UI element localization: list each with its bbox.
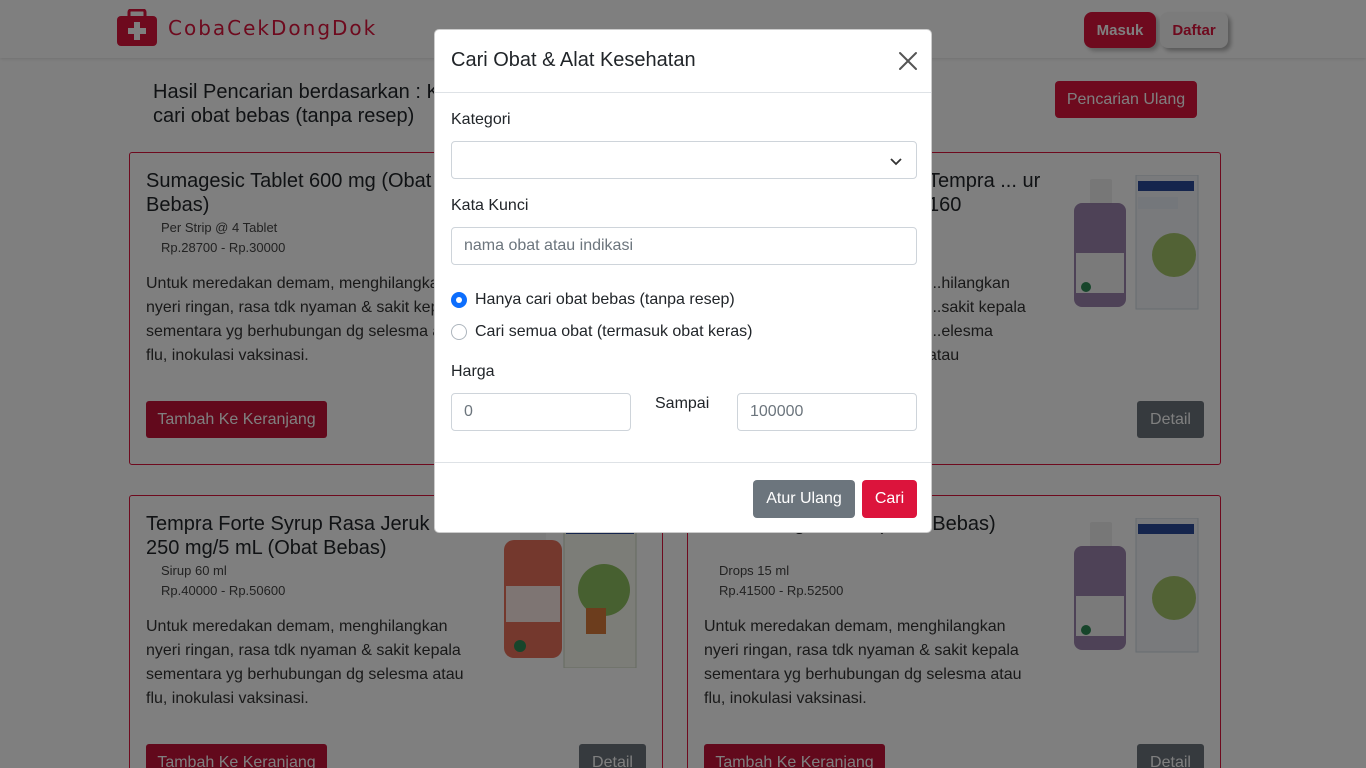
radio-all[interactable] (451, 324, 467, 340)
keyword-placeholder: nama obat atau indikasi (464, 237, 633, 254)
category-select[interactable] (451, 141, 917, 179)
close-icon[interactable] (897, 50, 919, 72)
price-min-input[interactable]: 0 (451, 393, 631, 431)
keyword-input[interactable]: nama obat atau indikasi (451, 227, 917, 265)
radio-all-label: Cari semua obat (termasuk obat keras) (475, 323, 753, 340)
modal-header: Cari Obat & Alat Kesehatan (435, 30, 931, 93)
price-min-placeholder: 0 (464, 403, 473, 420)
price-max-input[interactable]: 100000 (737, 393, 917, 431)
keyword-label: Kata Kunci (451, 197, 529, 214)
radio-otc-option[interactable]: Hanya cari obat bebas (tanpa resep) (451, 291, 735, 309)
price-label: Harga (451, 363, 495, 380)
price-to-label: Sampai (655, 395, 710, 412)
price-max-placeholder: 100000 (750, 403, 804, 420)
chevron-down-icon (890, 154, 902, 166)
radio-otc-label: Hanya cari obat bebas (tanpa resep) (475, 291, 735, 308)
modal-footer: Atur Ulang Cari (435, 462, 931, 532)
search-button[interactable]: Cari (862, 480, 917, 518)
search-modal: Cari Obat & Alat Kesehatan Kategori Kata… (434, 29, 932, 533)
radio-all-option[interactable]: Cari semua obat (termasuk obat keras) (451, 323, 752, 341)
modal-title: Cari Obat & Alat Kesehatan (451, 49, 696, 71)
category-label: Kategori (451, 111, 511, 128)
radio-otc[interactable] (451, 292, 467, 308)
reset-button[interactable]: Atur Ulang (753, 480, 855, 518)
